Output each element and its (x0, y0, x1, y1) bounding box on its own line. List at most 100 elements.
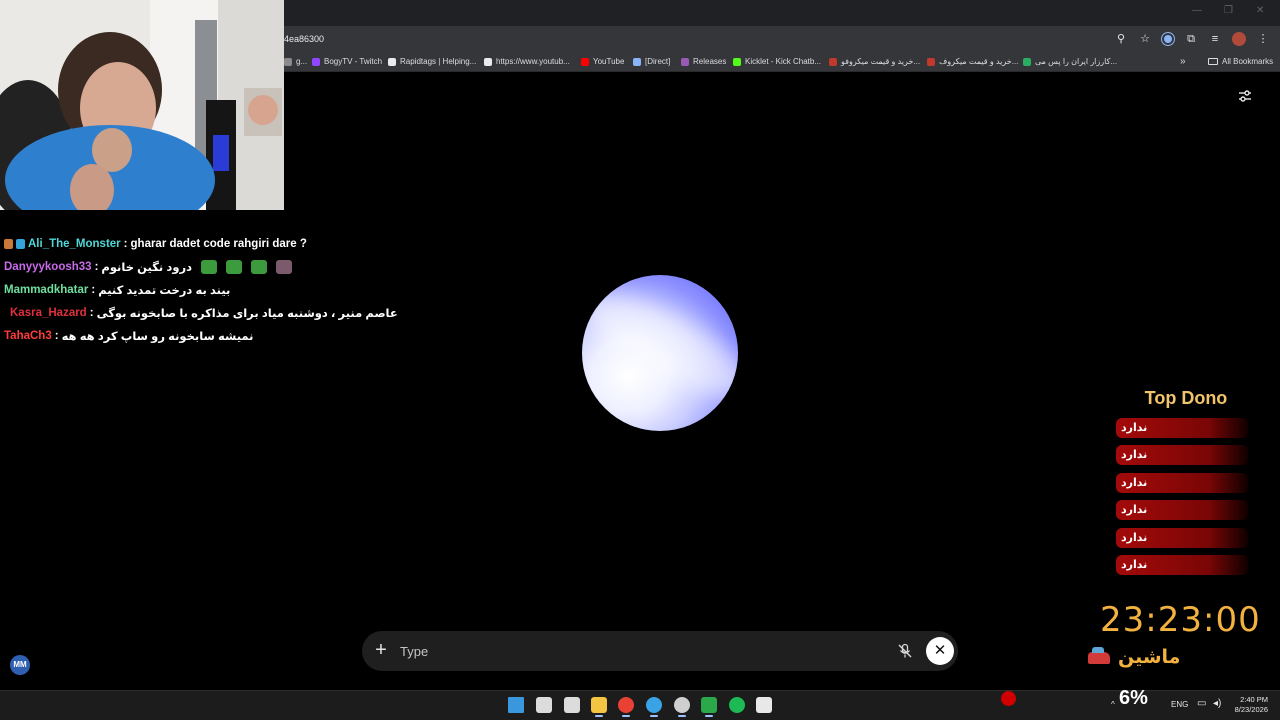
bookmark-label: خرید و قیمت میکروفو... (841, 57, 921, 66)
bookmark-label: BogyTV - Twitch (324, 57, 383, 66)
tray-chevron-icon[interactable]: ^ (1111, 700, 1115, 709)
mic-off-icon[interactable] (897, 643, 913, 659)
top-dono-entry: ندارد (1121, 531, 1148, 544)
bookmark-favicon-icon (484, 57, 492, 66)
chat-separator: : (89, 306, 94, 319)
start-icon[interactable] (508, 697, 524, 713)
volume-icon[interactable]: ◂) (1213, 698, 1221, 709)
bookmark-label: خرید و قیمت میکروف... (939, 57, 1019, 66)
bookmark-label: https://www.youtub... (496, 57, 570, 66)
chat-message-text: gharar dadet code rahgiri dare ? (130, 237, 307, 250)
top-dono-entry: ندارد (1121, 476, 1148, 489)
webcam-feed (0, 0, 284, 210)
chat-username[interactable]: Danyyykoosh33 (4, 261, 92, 273)
taskbar-running-indicator (595, 715, 603, 717)
top-dono-entry: ندارد (1121, 422, 1148, 434)
taskbar-running-indicator (622, 715, 630, 717)
taskbar-running-indicator (705, 715, 713, 717)
add-button[interactable]: + (372, 640, 390, 660)
recording-dot-icon (1001, 691, 1016, 706)
bookmark-item[interactable]: Releases (681, 57, 726, 66)
bookmark-item[interactable]: Kicklet - Kick Chatb... (733, 57, 821, 66)
language-indicator[interactable]: ENG (1171, 700, 1188, 709)
top-dono-row: ندارد (1116, 527, 1248, 548)
network-icon[interactable]: ▭ (1197, 698, 1206, 709)
top-dono-row: ندارد (1116, 472, 1248, 493)
vscode-icon[interactable] (646, 697, 662, 713)
chat-separator: : (94, 260, 99, 273)
user-avatar[interactable]: MM (10, 655, 30, 675)
chat-message: TahaCh3: نمیشه سابخونه رو ساپ کرد هه هه (4, 324, 364, 347)
chat-username[interactable]: Kasra_Hazard (10, 307, 87, 319)
all-bookmarks-label: All Bookmarks (1222, 57, 1274, 66)
taskbar (0, 690, 1280, 720)
chat-separator: : (91, 283, 96, 296)
maximize-icon[interactable]: ❐ (1224, 6, 1234, 16)
taskbar-running-indicator (678, 715, 686, 717)
profile-avatar[interactable] (1232, 32, 1246, 46)
car-icon (1088, 646, 1110, 664)
chat-panel: Ali_The_Monster: gharar dadet code rahgir… (4, 232, 398, 347)
extension-circle-icon[interactable] (1162, 33, 1174, 45)
clock-date: 8/23/2026 (1234, 705, 1268, 714)
chat-badge-icon (16, 238, 25, 249)
chrome-icon[interactable] (618, 697, 634, 713)
bookmark-item[interactable]: g... (284, 57, 307, 66)
address-bar-icons: ⚲ ☆ ⧉ ≡ ⋮ (1114, 32, 1270, 46)
bookmarks-overflow-icon[interactable]: » (1180, 56, 1186, 67)
bookmark-item[interactable]: [Direct] (633, 57, 670, 66)
subathon-timer: 23:23:00 (1100, 600, 1261, 640)
media-controls-icon[interactable]: ≡ (1208, 32, 1222, 46)
bookmark-item[interactable]: https://www.youtub... (484, 57, 570, 66)
bookmark-label: [Direct] (645, 57, 671, 66)
chat-separator: : (54, 329, 59, 342)
bookmark-favicon-icon (388, 57, 396, 66)
spotify-icon[interactable] (729, 697, 745, 713)
search-icon[interactable] (536, 697, 552, 713)
bookmark-label: YouTube (593, 57, 625, 66)
menu-dots-icon[interactable]: ⋮ (1256, 32, 1270, 46)
obs-icon[interactable] (674, 697, 690, 713)
screen: — ❐ ✕ 4ea86300 ⚲ ☆ ⧉ ≡ ⋮ g... BogyTV - Tw… (0, 0, 1280, 720)
bookmark-favicon-icon (284, 57, 292, 66)
prompt-input[interactable] (398, 641, 878, 661)
settings-sliders-icon[interactable] (1237, 88, 1253, 104)
file-explorer-icon[interactable] (591, 697, 607, 713)
chat-message: Ali_The_Monster: gharar dadet code rahgir… (4, 232, 364, 255)
chat-emote-icon (201, 259, 217, 274)
taskbar-clock[interactable]: 2:40 PM 8/23/2026 (1232, 695, 1268, 715)
url-text[interactable]: 4ea86300 (284, 34, 324, 44)
chat-message: Kasra_Hazard: عاصم منیر ، دوشنبه میاد برا… (4, 301, 398, 324)
close-button[interactable]: ✕ (926, 637, 954, 665)
minimize-icon[interactable]: — (1192, 6, 1202, 16)
top-dono-row: ندارد (1116, 418, 1248, 438)
bookmark-label: Releases (693, 57, 727, 66)
extensions-icon[interactable]: ⧉ (1184, 32, 1198, 46)
bookmark-item[interactable]: خرید و قیمت میکروفو... (829, 57, 920, 66)
chat-username[interactable]: Mammadkhatar (4, 284, 88, 296)
bookmark-item[interactable]: BogyTV - Twitch (312, 57, 382, 66)
chat-message: Danyyykoosh33: درود نگین خانوم (4, 255, 364, 278)
bookmark-item[interactable]: YouTube (581, 57, 624, 66)
bookmark-item[interactable]: خرید و قیمت میکروف... (927, 57, 1018, 66)
telegram-icon[interactable] (701, 697, 717, 713)
task-view-icon[interactable] (564, 697, 580, 713)
chat-message: Mammadkhatar: بیند به درخت تمدید کنیم (4, 278, 364, 301)
bookmark-favicon-icon (927, 57, 935, 66)
top-dono-title: Top Dono (1144, 388, 1228, 408)
chat-username[interactable]: TahaCh3 (4, 330, 52, 342)
bookmark-item[interactable]: Rapidtags | Helping... (388, 57, 476, 66)
chat-emote-icon (276, 259, 292, 274)
folder-icon (1208, 58, 1218, 65)
chat-message-text: بیند به درخت تمدید کنیم (98, 284, 231, 297)
close-window-icon[interactable]: ✕ (1256, 6, 1266, 16)
all-bookmarks-button[interactable]: All Bookmarks (1208, 57, 1273, 66)
app-icon[interactable] (756, 697, 772, 713)
zoom-icon[interactable]: ⚲ (1114, 32, 1128, 46)
chat-username[interactable]: Ali_The_Monster (28, 238, 121, 250)
bookmark-favicon-icon (1023, 57, 1031, 66)
assistant-orb (582, 275, 738, 431)
star-icon[interactable]: ☆ (1138, 32, 1152, 46)
bookmark-label: Rapidtags | Helping... (400, 57, 477, 66)
bookmark-item[interactable]: کارزار ایران را پس می... (1023, 57, 1117, 66)
